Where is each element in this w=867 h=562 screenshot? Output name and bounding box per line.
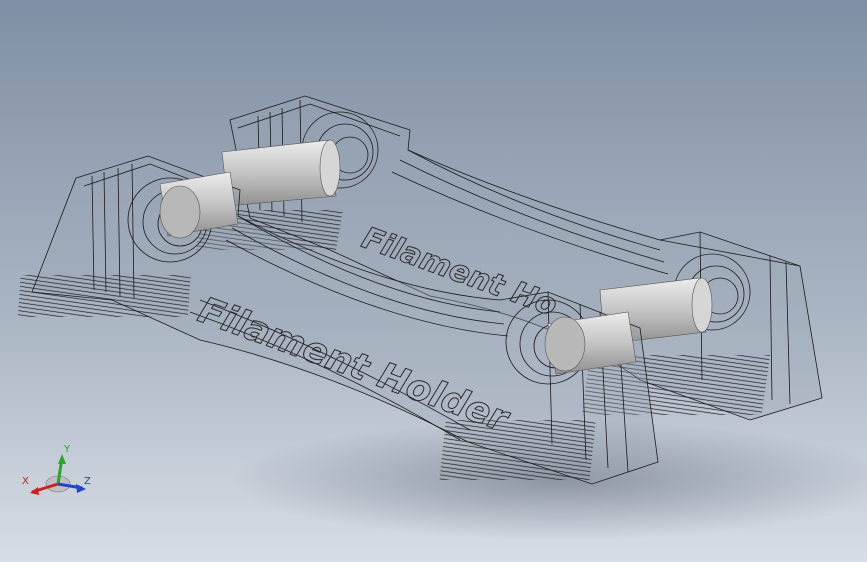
graphics-viewport[interactable]: Filament Holder Filament Ho X Y Z: [0, 0, 867, 562]
orientation-triad[interactable]: X Y Z: [18, 438, 98, 508]
y-axis-label: Y: [63, 444, 71, 455]
x-axis-label: X: [22, 476, 29, 487]
y-axis-arrowhead: [58, 454, 66, 464]
x-axis-arrowhead: [30, 487, 39, 495]
z-axis-label: Z: [84, 476, 91, 487]
cad-model-wireframe[interactable]: Filament Holder Filament Ho: [0, 0, 867, 562]
